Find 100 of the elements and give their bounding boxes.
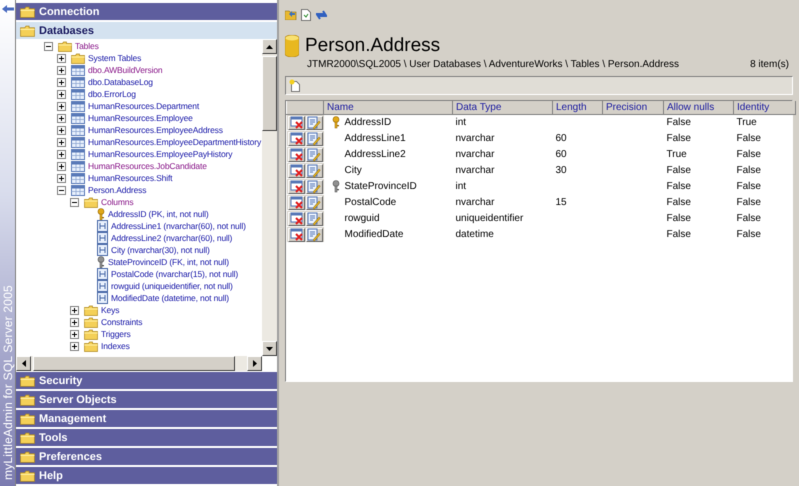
expand-icon[interactable] [57,66,66,74]
folder-icon [20,374,35,386]
expand-icon[interactable] [70,330,79,338]
delete-icon[interactable] [290,180,302,193]
column-header[interactable]: Data Type [452,101,552,114]
expand-icon[interactable] [70,318,79,326]
edit-icon[interactable] [307,132,321,146]
column-header[interactable]: Identity [734,101,796,114]
tree-item[interactable]: AddressLine2 (nvarchar(60), null) [111,233,232,243]
accordion-header[interactable]: Databases [16,21,277,39]
edit-icon[interactable] [307,180,321,194]
column-header[interactable]: Precision [602,101,664,114]
expand-icon[interactable] [57,162,66,170]
open-folder-icon[interactable] [285,9,297,20]
edit-icon[interactable] [307,212,321,226]
expand-icon[interactable] [57,174,66,182]
folder-icon [20,394,35,406]
tree-item[interactable]: ModifiedDate (datetime, not null) [111,293,229,303]
tree-item[interactable]: dbo.AWBuildVersion [88,65,162,75]
table-cell: 60 [556,133,567,144]
tree-item[interactable]: System Tables [88,53,142,63]
tree-item[interactable]: Constraints [101,317,142,327]
folder-icon [84,316,98,328]
scroll-left-button[interactable] [16,356,31,371]
delete-icon[interactable] [290,132,302,145]
tree-item[interactable]: StateProvinceID (FK, int, not null) [108,257,229,267]
delete-icon[interactable] [290,164,302,177]
scroll-down-button[interactable] [262,341,277,356]
column-icon [97,292,108,304]
column-header[interactable]: Name [324,101,452,114]
vertical-scrollbar[interactable] [262,39,277,356]
document-icon[interactable] [301,8,311,20]
new-document-icon[interactable] [289,79,300,92]
scroll-thumb[interactable] [262,56,277,131]
edit-icon[interactable] [307,148,321,162]
delete-icon[interactable] [290,148,302,161]
tree-item[interactable]: rowguid (uniqueidentifier, not null) [111,281,233,291]
delete-icon[interactable] [290,228,302,241]
expand-icon[interactable] [57,78,66,86]
folder-icon [20,24,35,36]
expand-icon[interactable] [57,102,66,110]
horizontal-scrollbar[interactable] [16,356,262,371]
column-header[interactable]: Allow nulls [664,101,734,114]
accordion-header[interactable]: Server Objects [16,390,277,408]
expand-icon[interactable] [57,54,66,62]
tree-item[interactable]: HumanResources.JobCandidate [88,161,207,171]
tree-item[interactable]: AddressID (PK, int, not null) [108,209,209,219]
column-header[interactable]: Length [552,101,602,114]
tree-item[interactable]: Indexes [101,341,130,351]
accordion-header[interactable]: Connection [16,2,277,20]
page-title: Person.Address [305,35,440,57]
table-cell: True [666,149,687,160]
tree-item[interactable]: HumanResources.EmployeeAddress [88,125,223,135]
edit-icon[interactable] [307,116,321,130]
accordion-header[interactable]: Management [16,409,277,427]
collapse-icon[interactable] [44,42,53,50]
tree-item[interactable]: Keys [101,305,120,315]
tree-item[interactable]: HumanResources.Employee [88,113,193,123]
table-icon [71,160,85,172]
scroll-thumb[interactable] [33,356,235,371]
table-cell: City [344,165,362,176]
tree-item[interactable]: City (nvarchar(30), not null) [111,245,210,255]
delete-icon[interactable] [290,196,302,209]
tree-item[interactable]: HumanResources.EmployeePayHistory [88,149,232,159]
tree-item[interactable]: PostalCode (nvarchar(15), not null) [111,269,238,279]
expand-icon[interactable] [57,126,66,134]
accordion-header[interactable]: Security [16,371,277,389]
tree-item[interactable]: HumanResources.Shift [88,173,172,183]
table-cell: False [736,197,761,208]
tree-item[interactable]: dbo.ErrorLog [88,89,136,99]
expand-icon[interactable] [57,114,66,122]
accordion-header[interactable]: Preferences [16,447,277,465]
edit-icon[interactable] [307,228,321,242]
edit-icon[interactable] [307,196,321,210]
expand-icon[interactable] [70,306,79,314]
refresh-icon[interactable] [315,8,328,20]
back-arrow-icon[interactable] [2,5,14,13]
tree-item[interactable]: Triggers [101,329,131,339]
tree-item[interactable]: HumanResources.Department [88,101,200,111]
scroll-up-button[interactable] [262,39,277,54]
tree-item[interactable]: Tables [75,41,99,51]
collapse-icon[interactable] [70,198,79,206]
scroll-right-button[interactable] [247,356,262,371]
accordion-header[interactable]: Help [16,466,277,484]
table-icon [71,124,85,136]
tree-item[interactable]: dbo.DatabaseLog [88,77,153,87]
table-icon [71,148,85,160]
expand-icon[interactable] [70,342,79,350]
expand-icon[interactable] [57,90,66,98]
collapse-icon[interactable] [57,186,66,194]
delete-icon[interactable] [290,116,302,129]
expand-icon[interactable] [57,150,66,158]
expand-icon[interactable] [57,138,66,146]
tree-item[interactable]: Person.Address [88,185,146,195]
tree-item[interactable]: Columns [101,197,134,207]
accordion-header[interactable]: Tools [16,428,277,446]
delete-icon[interactable] [290,212,302,225]
tree-item[interactable]: AddressLine1 (nvarchar(60), not null) [111,221,246,231]
edit-icon[interactable] [307,164,321,178]
tree-item[interactable]: HumanResources.EmployeeDepartmentHistory [88,137,262,147]
